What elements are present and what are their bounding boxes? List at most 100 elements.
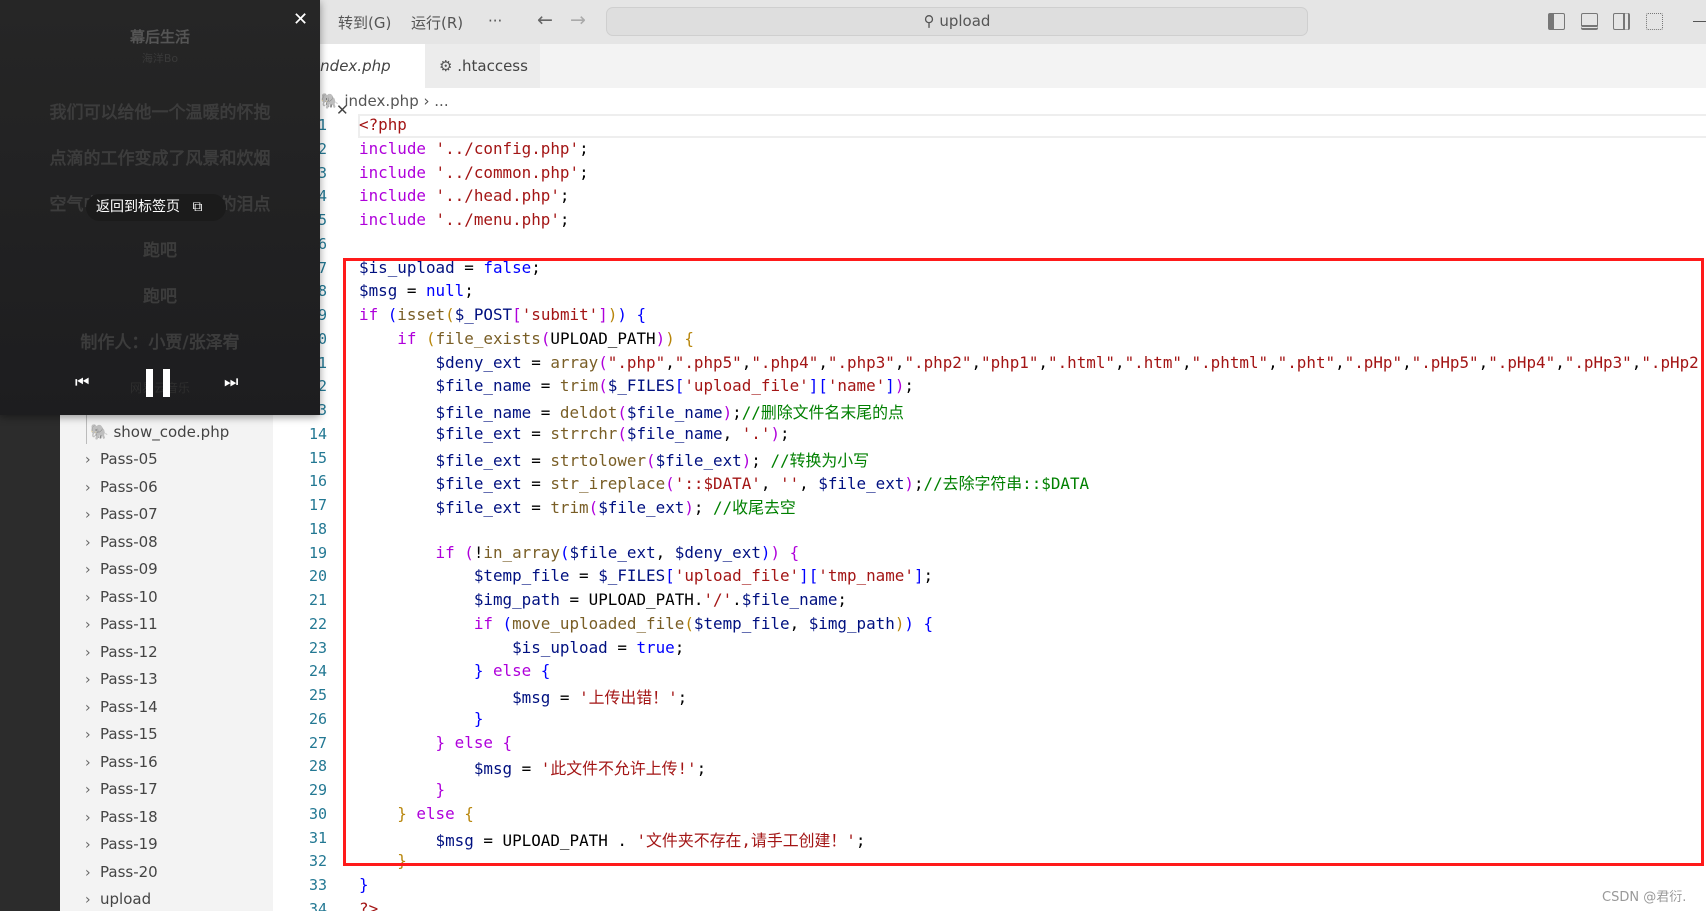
tree-folder[interactable]: › Pass-05 <box>60 446 158 472</box>
code-token: include <box>359 210 436 229</box>
code-token: , <box>971 352 982 372</box>
code-token: '文件夹不存在,请手工创建！' <box>636 830 856 850</box>
breadcrumb-symbol[interactable]: ... <box>434 92 448 110</box>
code-token: if <box>435 542 465 562</box>
code-line: $file_ext = strrchr($file_name, '.'); <box>359 424 790 443</box>
lyric-line: 点滴的工作变成了风景和炊烟 <box>49 149 271 169</box>
tree-folder[interactable]: › upload <box>60 886 151 912</box>
code-line: if (move_uploaded_file($temp_file, $img_… <box>359 614 933 633</box>
folder-label: Pass-05 <box>100 450 158 468</box>
chevron-right-icon: › <box>85 892 91 908</box>
tree-folder[interactable]: › Pass-09 <box>60 556 158 582</box>
tree-folder[interactable]: › Pass-08 <box>60 529 158 555</box>
code-token: , <box>722 423 742 443</box>
code-token: ; <box>913 474 924 494</box>
song-title: 幕后生活 <box>129 28 190 46</box>
code-token: = <box>531 376 560 396</box>
code-token: } <box>397 851 407 871</box>
code-line: $deny_ext = array(".php",".php5",".php4"… <box>359 353 1699 372</box>
chevron-right-icon: › <box>85 562 91 578</box>
code-token: = <box>397 281 426 301</box>
tree-folder[interactable]: › Pass-06 <box>60 474 158 500</box>
line-number: 21 <box>308 591 327 609</box>
command-center-search[interactable]: ⚲ upload <box>606 7 1308 36</box>
line-number: 31 <box>308 828 327 847</box>
code-token: $is_upload <box>512 637 608 657</box>
tree-folder[interactable]: › Pass-15 <box>60 721 158 747</box>
chevron-right-icon: › <box>85 452 91 468</box>
menu-run[interactable]: 运行(R) <box>411 12 463 33</box>
folder-label: Pass-07 <box>100 505 158 523</box>
chevron-right-icon: › <box>85 644 91 661</box>
code-token: ".php5" <box>674 352 742 372</box>
tree-folder[interactable]: › Pass-19 <box>60 831 158 857</box>
next-track-icon[interactable]: ⏭ <box>224 372 238 392</box>
code-token: ( <box>598 376 608 396</box>
tree-folder[interactable]: › Pass-12 <box>60 639 158 665</box>
code-token: $file_name <box>741 590 838 609</box>
chevron-right-icon: › <box>85 534 91 551</box>
chevron-right-icon: › <box>85 617 91 633</box>
tree-folder[interactable]: › Pass-16 <box>60 749 158 775</box>
watermark: CSDN @君衍. <box>1602 890 1687 905</box>
code-editor[interactable]: 1 <?php 2 include '../config.php'; 3 include … <box>273 114 1706 911</box>
code-token: { <box>789 542 800 562</box>
menu-goto[interactable]: 转到(G) <box>338 12 391 33</box>
toggle-panel-icon[interactable] <box>1581 13 1598 30</box>
tree-folder[interactable]: › Pass-11 <box>60 611 158 637</box>
code-token: strtolower <box>550 450 647 470</box>
customize-layout-icon[interactable] <box>1646 13 1663 30</box>
line-number: 29 <box>308 781 327 799</box>
code-token: $deny_ext <box>674 542 761 562</box>
code-token: ][ <box>799 566 819 586</box>
folder-label: Pass-11 <box>100 615 158 633</box>
code-line: } <box>359 875 369 894</box>
tree-folder[interactable]: › Pass-10 <box>60 584 158 610</box>
tree-folder[interactable]: › Pass-20 <box>60 859 158 885</box>
code-token: include <box>359 138 436 158</box>
menu-more[interactable]: ··· <box>488 12 502 30</box>
code-token: '.' <box>741 423 771 443</box>
code-token: ) <box>894 376 905 396</box>
back-to-tab-button[interactable]: 返回到标签页 ⧉ <box>86 194 226 221</box>
previous-track-icon[interactable]: ⏮ <box>75 372 89 392</box>
minimize-icon[interactable] <box>1693 21 1706 22</box>
pause-icon[interactable] <box>146 369 170 397</box>
forward-arrow-icon[interactable]: → <box>570 9 586 31</box>
tree-folder[interactable]: › Pass-07 <box>60 501 158 527</box>
tree-folder[interactable]: › Pass-18 <box>60 804 158 830</box>
code-token: $file_ext <box>435 498 522 517</box>
code-line: } else { <box>359 804 474 823</box>
tree-folder[interactable]: › Pass-13 <box>60 666 158 692</box>
folder-label: Pass-09 <box>100 560 158 578</box>
code-token: } <box>359 875 369 894</box>
code-token: //收尾去空 <box>713 498 796 517</box>
code-line: } <box>359 709 484 728</box>
tree-folder[interactable]: › Pass-17 <box>60 776 158 802</box>
code-token: } <box>473 661 484 681</box>
tree-folder[interactable]: › Pass-14 <box>60 694 158 720</box>
toggle-secondary-sidebar-icon[interactable] <box>1613 13 1630 30</box>
code-token: ] <box>885 376 895 396</box>
code-line: } <box>359 851 407 870</box>
chevron-right-icon: › <box>85 782 91 798</box>
code-token: = <box>521 474 551 494</box>
line-number: 23 <box>308 638 327 657</box>
code-token: $file_ext <box>818 474 905 494</box>
lyric-line: 跑吧 <box>143 241 177 261</box>
code-token: = <box>454 257 484 277</box>
tab-htaccess[interactable]: ⚙ .htaccess <box>425 44 540 88</box>
code-token: , <box>760 474 780 494</box>
code-token: [ <box>512 305 522 324</box>
tree-file-show-code[interactable]: 🐘 show_code.php <box>90 419 229 445</box>
code-token: $file_name <box>626 423 723 443</box>
code-token: deldot <box>559 403 618 422</box>
back-arrow-icon[interactable]: ← <box>537 9 553 31</box>
code-token: ! <box>473 542 484 562</box>
code-token: $msg <box>435 830 474 850</box>
toggle-sidebar-icon[interactable] <box>1548 13 1565 30</box>
folder-label: Pass-08 <box>100 532 158 551</box>
breadcrumb-file[interactable]: index.php <box>344 92 418 110</box>
code-token: ; <box>837 590 847 609</box>
